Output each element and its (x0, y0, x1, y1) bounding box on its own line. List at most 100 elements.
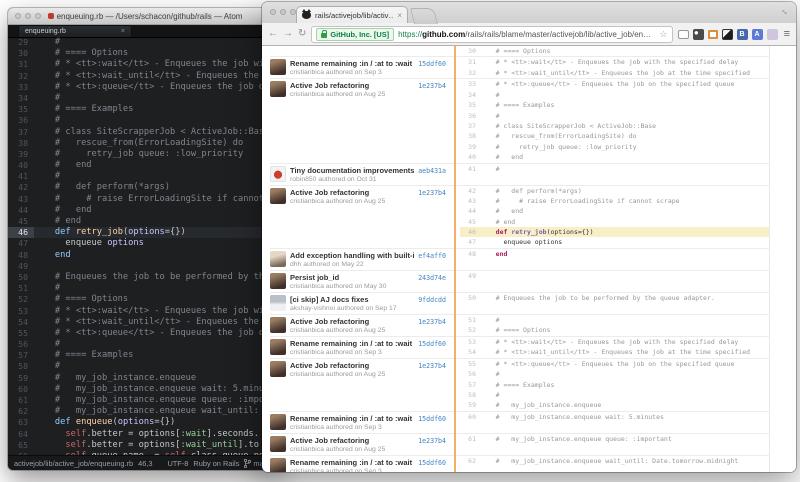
editor-line: 61 # my_job_instance.enqueue queue: :imp… (8, 395, 282, 406)
ev-certificate-badge[interactable]: GitHub, Inc. [US] (316, 28, 394, 41)
key-extension-icon[interactable] (693, 29, 704, 40)
commit-title-link[interactable]: Active Job refactoring (290, 81, 414, 90)
blame-code-line: 52 # ==== Options (460, 325, 769, 335)
blame-line-number[interactable]: 37 (460, 121, 480, 131)
commit-sha-link[interactable]: aeb431a (414, 167, 454, 175)
commit-title-link[interactable]: Active Job refactoring (290, 317, 414, 326)
blame-line-number[interactable]: 38 (460, 131, 480, 141)
blame-line-number[interactable]: 34 (460, 90, 480, 100)
commit-title-link[interactable]: [ci skip] AJ docs fixes (290, 295, 414, 304)
menu-icon[interactable]: ≡ (784, 28, 790, 40)
close-button[interactable] (270, 9, 276, 15)
contrast-extension-icon[interactable] (722, 29, 733, 40)
browser-tab-github[interactable]: rails/activejob/lib/activ… × (296, 6, 408, 23)
url-text[interactable]: https://github.com/rails/rails/blame/mas… (398, 30, 655, 39)
bookmark-star-icon[interactable]: ☆ (660, 29, 668, 40)
status-file-path[interactable]: activejob/lib/active_job/enqueuing.rb (14, 459, 133, 468)
blame-line-number[interactable]: 40 (460, 152, 480, 162)
commit-sha-link[interactable]: 1e237b4 (414, 437, 454, 445)
minimize-button[interactable] (25, 13, 31, 19)
commit-title-row: Add exception handling with built-i…ef4a… (290, 251, 454, 260)
blame-line-number[interactable]: 48 (460, 249, 480, 259)
grid-extension-icon[interactable] (767, 29, 778, 40)
commit-sha-link[interactable]: ef4aff0 (414, 252, 454, 260)
reload-button[interactable]: ↻ (298, 29, 306, 39)
editor-line: 44 # end (8, 205, 282, 216)
blame-line-number[interactable]: 51 (460, 315, 480, 325)
blame-line-number[interactable]: 50 (460, 293, 480, 303)
blame-line-number[interactable]: 57 (460, 380, 480, 390)
status-encoding[interactable]: UTF-8 (167, 459, 188, 468)
blame-line-number[interactable]: 58 (460, 390, 480, 400)
editor-pane[interactable]: 29 #30 # ==== Options31 # * <tt>:wait</t… (8, 37, 282, 456)
commit-sha-link[interactable]: 1e237b4 (414, 82, 454, 90)
commit-sha-link[interactable]: 1e237b4 (414, 318, 454, 326)
blame-line-number[interactable]: 35 (460, 100, 480, 110)
blame-line-number[interactable]: 53 (460, 337, 480, 347)
blame-line-number[interactable]: 39 (460, 142, 480, 152)
blame-line-number[interactable]: 30 (460, 46, 480, 56)
blame-line-number[interactable]: 41 (460, 164, 480, 174)
commit-sha-link[interactable]: 15ddf60 (414, 340, 454, 348)
commit-title-row: Rename remaining :in / :at to :wait …15d… (290, 414, 454, 423)
commit-title-link[interactable]: Active Job refactoring (290, 436, 414, 445)
commit-title-link[interactable]: Active Job refactoring (290, 188, 414, 197)
blame-line-number[interactable]: 32 (460, 68, 480, 78)
blame-line-number[interactable]: 61 (460, 434, 480, 444)
blame-line-number[interactable]: 45 (460, 217, 480, 227)
forward-button[interactable]: → (283, 29, 293, 39)
minimize-button[interactable] (280, 9, 286, 15)
blame-line-number[interactable]: 55 (460, 359, 480, 369)
blame-line-number[interactable]: 62 (460, 456, 480, 466)
commit-sha-link[interactable]: 15ddf60 (414, 60, 454, 68)
blame-line-number[interactable]: 59 (460, 400, 480, 410)
close-tab-icon[interactable]: × (121, 28, 125, 35)
blame-line-number[interactable]: 43 (460, 196, 480, 206)
comment-bubble-extension-icon[interactable] (678, 30, 689, 39)
commit-title-link[interactable]: Active Job refactoring (290, 361, 414, 370)
code-token: :wait_until (180, 440, 238, 450)
commit-sha-link[interactable]: 15ddf60 (414, 415, 454, 423)
commit-sha-link[interactable]: 243d74e (414, 274, 454, 282)
commit-sha-link[interactable]: 15ddf60 (414, 459, 454, 467)
blame-line-number[interactable]: 56 (460, 369, 480, 379)
close-button[interactable] (15, 13, 21, 19)
blame-line-number[interactable]: 42 (460, 186, 480, 196)
commit-title-link[interactable]: Rename remaining :in / :at to :wait … (290, 59, 414, 68)
frame-extension-icon[interactable] (708, 30, 718, 39)
blame-line-number[interactable]: 52 (460, 325, 480, 335)
blame-line-number[interactable]: 31 (460, 57, 480, 67)
zoom-button[interactable] (35, 13, 41, 19)
commit-title-link[interactable]: Add exception handling with built-i… (290, 251, 414, 260)
b-extension-icon[interactable]: B (737, 29, 748, 40)
blame-line-number[interactable]: 49 (460, 271, 480, 281)
blame-line-number[interactable]: 60 (460, 412, 480, 422)
commit-title-link[interactable]: Rename remaining :in / :at to :wait … (290, 339, 414, 348)
blame-line-number[interactable]: 44 (460, 206, 480, 216)
blame-line-number[interactable]: 46 (460, 227, 480, 237)
new-tab-button[interactable] (410, 8, 438, 24)
commit-title-link[interactable]: Persist job_id (290, 273, 414, 282)
commit-sha-link[interactable]: 9fddcdd (414, 296, 454, 304)
commit-title-link[interactable]: Rename remaining :in / :at to :wait … (290, 414, 414, 423)
blame-line-number[interactable]: 54 (460, 347, 480, 357)
commit-info (270, 46, 454, 56)
blame-hunk: Rename remaining :in / :at to :wait …15d… (270, 411, 770, 433)
blame-line-number[interactable]: 33 (460, 79, 480, 89)
status-cursor-position[interactable]: 46,3 (138, 459, 152, 468)
commit-sha-link[interactable]: 1e237b4 (414, 362, 454, 370)
commit-title-link[interactable]: Tiny documentation improvements… (290, 166, 414, 175)
blame-line-number[interactable]: 47 (460, 237, 480, 247)
tab-enqueuing-rb[interactable]: enqueuing.rb × (18, 25, 132, 37)
close-tab-icon[interactable]: × (397, 11, 402, 20)
atom-titlebar[interactable]: enqueuing.rb — /Users/schacon/github/rai… (8, 8, 282, 25)
back-button[interactable]: ← (268, 29, 278, 39)
commit-sha-link[interactable]: 1e237b4 (414, 189, 454, 197)
address-bar[interactable]: GitHub, Inc. [US] https://github.com/rai… (311, 26, 672, 43)
translate-extension-icon[interactable]: A (752, 29, 763, 40)
fullscreen-icon[interactable]: ↔ (779, 4, 792, 17)
code-text: # class SiteScrapperJob < ActiveJob::Bas… (480, 121, 769, 131)
status-language[interactable]: Ruby on Rails (193, 459, 239, 468)
blame-line-number[interactable]: 36 (460, 111, 480, 121)
commit-title-link[interactable]: Rename remaining :in / :at to :wait … (290, 458, 414, 467)
